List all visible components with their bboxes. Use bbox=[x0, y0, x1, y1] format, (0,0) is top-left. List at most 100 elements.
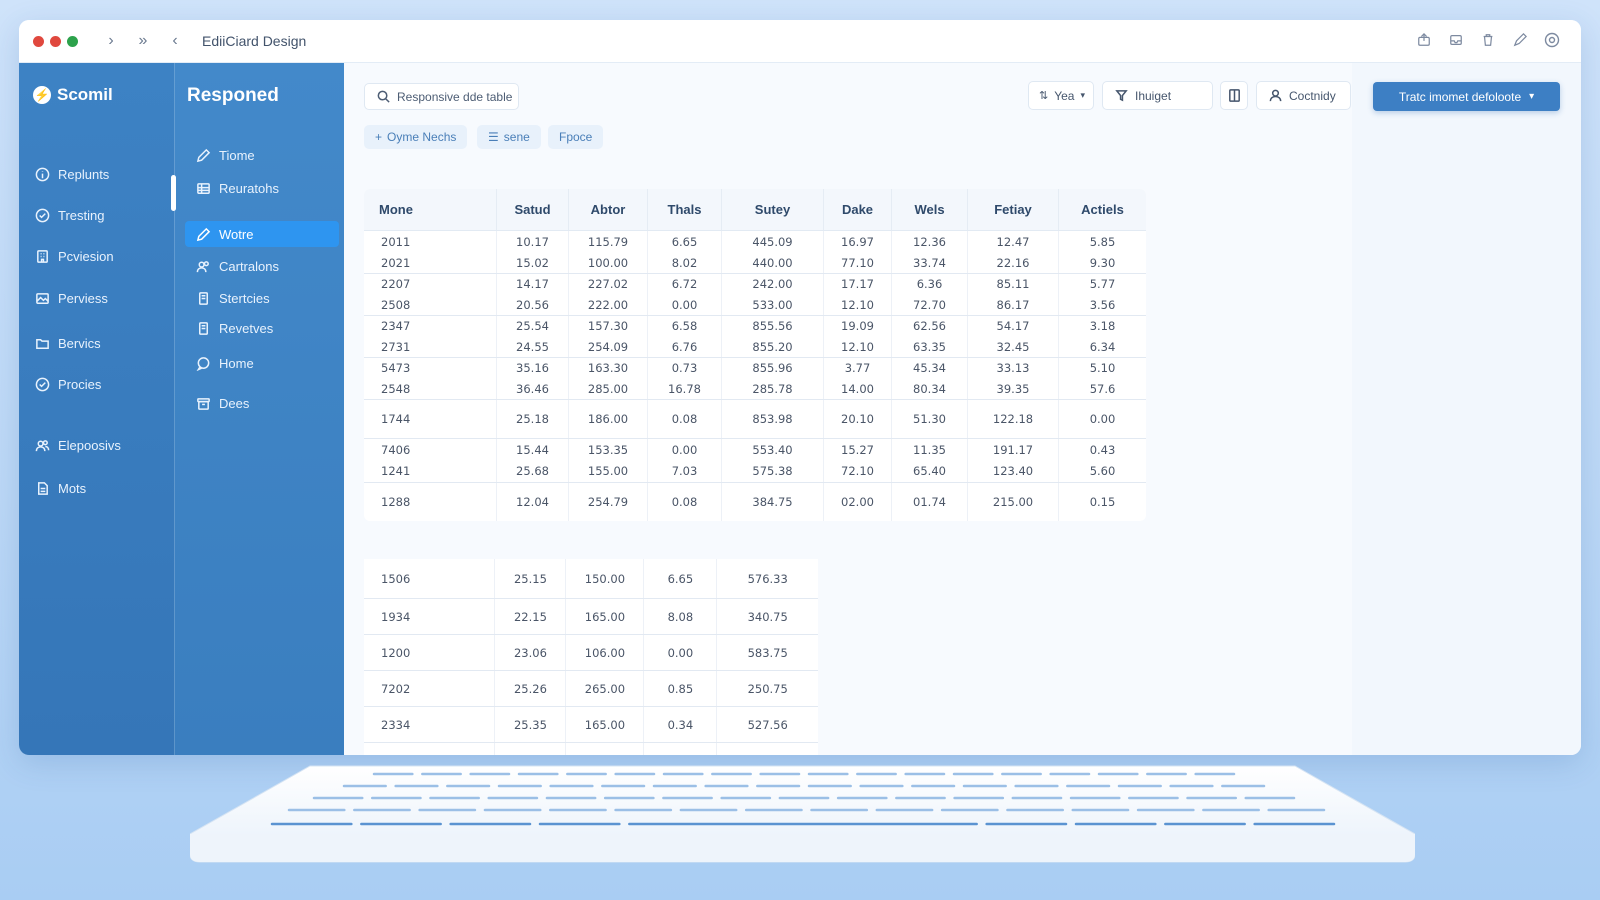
table-cell: 576.33 bbox=[747, 571, 788, 586]
budget-filter-label: Ihuiget bbox=[1135, 88, 1172, 103]
search-icon bbox=[375, 89, 391, 105]
year-filter[interactable]: ⇅ Yea ▾ bbox=[1028, 81, 1094, 110]
table-cell: 51.30 bbox=[892, 400, 968, 438]
table-cell: 14.00 bbox=[824, 378, 892, 399]
column-header[interactable]: Fetiay bbox=[968, 189, 1059, 230]
table-cell: 5.85 bbox=[1089, 234, 1116, 249]
nav-item-stertcies[interactable]: Stertcies bbox=[185, 285, 339, 311]
country-filter[interactable]: Coctnidy bbox=[1256, 81, 1351, 110]
table-row[interactable]: 1934 22.15 165.00 8.08 340.75 bbox=[364, 598, 818, 634]
sidebar-item-replunts[interactable]: Replunts bbox=[34, 166, 109, 182]
active-marker bbox=[171, 175, 176, 211]
sidebar-item-procies[interactable]: Procies bbox=[34, 376, 101, 392]
table-cell: 02.00 bbox=[824, 483, 892, 521]
budget-filter[interactable]: Ihuiget bbox=[1102, 81, 1213, 110]
table-cell: 340.75 bbox=[747, 609, 788, 624]
primary-action-button[interactable]: Tratc imomet defoloote ▾ bbox=[1373, 82, 1560, 111]
table-cell: 16.97 bbox=[824, 231, 892, 252]
table-row[interactable]: 1200 23.06 106.00 0.00 583.75 bbox=[364, 634, 818, 670]
nav-item-label: Stertcies bbox=[219, 290, 270, 306]
column-header[interactable]: Abtor bbox=[569, 189, 648, 230]
column-header[interactable]: Dake bbox=[824, 189, 892, 230]
column-header[interactable]: Sutey bbox=[722, 189, 824, 230]
sidebar-item-pcviesion[interactable]: Pcviesion bbox=[34, 248, 114, 264]
trash-icon[interactable] bbox=[1479, 31, 1497, 49]
edit-icon bbox=[195, 147, 211, 163]
column-header[interactable]: Thals bbox=[648, 189, 722, 230]
table-cell: 222.00 bbox=[569, 294, 648, 315]
chip-sene[interactable]: ☰ sene bbox=[477, 125, 541, 149]
table-cell: 25.18 bbox=[497, 400, 569, 438]
primary-action-label: Tratc imomet defoloote bbox=[1398, 89, 1522, 104]
table-cell: 86.17 bbox=[968, 294, 1059, 315]
table-row[interactable]: 1506 25.15 150.00 6.65 576.33 bbox=[364, 559, 818, 598]
table-cell: 45.34 bbox=[892, 358, 968, 378]
brand[interactable]: ⚡ Scomil bbox=[33, 85, 174, 105]
table-cell: 12.10 bbox=[824, 294, 892, 315]
table-row[interactable]: 2731 24.55 254.09 6.76 855.20 12.10 63.35 32.45… bbox=[364, 336, 1146, 357]
table-cell: 165.00 bbox=[566, 707, 645, 742]
nav-item-tiome[interactable]: Tiome bbox=[185, 142, 339, 168]
table-cell: 72.70 bbox=[892, 294, 968, 315]
inbox-icon[interactable] bbox=[1447, 31, 1465, 49]
archive-icon bbox=[195, 395, 211, 411]
table-row[interactable]: 1744 25.18 186.00 0.08 853.98 20.10 51.30 122.1… bbox=[364, 399, 1146, 438]
nav-item-revetves[interactable]: Revetves bbox=[185, 315, 339, 341]
columns-icon bbox=[1226, 88, 1242, 104]
table-row[interactable]: 1241 25.68 155.00 7.03 575.38 72.10 65.40 123.4… bbox=[364, 460, 1146, 482]
table-row[interactable]: 2548 36.46 285.00 16.78 285.78 14.00 80.34 39.3… bbox=[364, 378, 1146, 399]
column-header[interactable]: Wels bbox=[892, 189, 968, 230]
nav-item-reuratohs[interactable]: Reuratohs bbox=[185, 175, 339, 201]
settings-icon[interactable] bbox=[1543, 31, 1561, 49]
columns-toggle[interactable] bbox=[1220, 81, 1248, 110]
info-circle-icon bbox=[34, 166, 50, 182]
nav-item-dees[interactable]: Dees bbox=[185, 390, 339, 416]
table-row[interactable]: 7406 15.44 153.35 0.00 553.40 15.27 11.35 191.1… bbox=[364, 438, 1146, 460]
table-row[interactable]: 2021 15.02 100.00 8.02 440.00 77.10 33.74 22.16… bbox=[364, 252, 1146, 273]
table-row[interactable]: 5473 35.16 163.30 0.73 855.96 3.77 45.34 33.13 5… bbox=[364, 357, 1146, 378]
chevron-left-icon[interactable]: ‹ bbox=[168, 32, 182, 50]
table-cell: 0.08 bbox=[648, 400, 722, 438]
column-header[interactable]: Mone bbox=[364, 189, 497, 230]
sidebar-item-mots[interactable]: Mots bbox=[34, 480, 86, 496]
table-cell: 6.65 bbox=[648, 231, 722, 252]
table-cell: 14.17 bbox=[497, 274, 569, 294]
document-icon bbox=[195, 290, 211, 306]
search-placeholder: Responsive dde table bbox=[397, 89, 513, 104]
maximize-window-button[interactable] bbox=[67, 35, 78, 47]
pencil-icon[interactable] bbox=[1511, 31, 1529, 49]
table-row[interactable]: 810726.45240.000.35254.28 bbox=[364, 742, 818, 755]
table-cell: 254.79 bbox=[569, 483, 648, 521]
table-cell: 115.79 bbox=[569, 231, 648, 252]
table-row[interactable]: 1288 12.04 254.79 0.08 384.75 02.00 01.74 215.0… bbox=[364, 482, 1146, 521]
nav-item-home[interactable]: Home bbox=[185, 350, 339, 376]
table-row[interactable]: 2334 25.35 165.00 0.34 527.56 bbox=[364, 706, 818, 742]
chevron-right-icon[interactable]: › bbox=[104, 32, 118, 50]
table-cell: 3.18 bbox=[1089, 319, 1116, 333]
sidebar-item-tresting[interactable]: Tresting bbox=[34, 207, 104, 223]
search-input[interactable]: Responsive dde table bbox=[364, 83, 519, 110]
sidebar-item-bervics[interactable]: Bervics bbox=[34, 335, 101, 351]
chip-fpoce[interactable]: Fpoce bbox=[548, 125, 604, 149]
nav-item-label: Revetves bbox=[219, 320, 274, 336]
sidebar-item-elepoosivs[interactable]: Elepoosivs bbox=[34, 437, 121, 453]
table-cell: 11.35 bbox=[892, 439, 968, 460]
check-circle-icon bbox=[34, 376, 50, 392]
minimize-window-button[interactable] bbox=[50, 35, 61, 47]
bolt-icon: ⚡ bbox=[33, 86, 51, 104]
table-row[interactable]: 2011 10.17 115.79 6.65 445.09 16.97 12.36 12.47… bbox=[364, 231, 1146, 252]
double-chevron-right-icon[interactable]: » bbox=[136, 32, 150, 50]
close-window-button[interactable] bbox=[33, 35, 44, 47]
table-row[interactable]: 7202 25.26 265.00 0.85 250.75 bbox=[364, 670, 818, 706]
nav-item-cartralons[interactable]: Cartralons bbox=[185, 253, 339, 279]
column-header[interactable]: Actiels bbox=[1059, 189, 1146, 230]
column-header[interactable]: Satud bbox=[497, 189, 569, 230]
nav-item-wotre[interactable]: Wotre bbox=[185, 221, 339, 247]
table-cell: 6.76 bbox=[648, 336, 722, 357]
table-row[interactable]: 2207 14.17 227.02 6.72 242.00 17.17 6.36 85.11 5… bbox=[364, 273, 1146, 294]
sidebar-item-perviess[interactable]: Perviess bbox=[34, 290, 108, 306]
chip-oyme-nechs[interactable]: + Oyme Nechs bbox=[364, 125, 468, 149]
share-icon[interactable] bbox=[1415, 31, 1433, 49]
table-row[interactable]: 2347 25.54 157.30 6.58 855.56 19.09 62.56 54.17… bbox=[364, 315, 1146, 336]
table-row[interactable]: 2508 20.56 222.00 0.00 533.00 12.10 72.70 86.17… bbox=[364, 294, 1146, 315]
